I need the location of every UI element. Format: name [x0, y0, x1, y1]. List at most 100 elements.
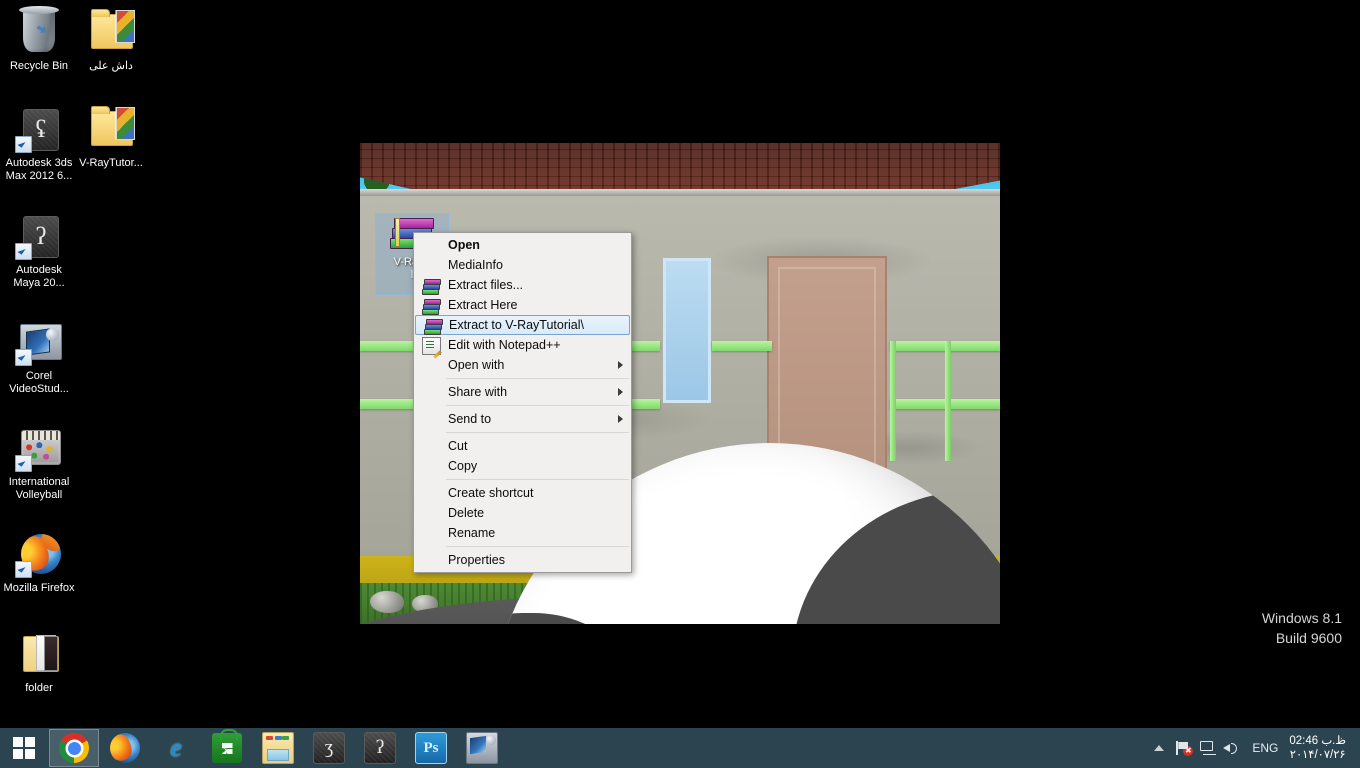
context-menu-item-label: Send to: [448, 412, 492, 426]
windows-store-icon: [212, 729, 242, 763]
context-menu-separator: [416, 405, 629, 406]
context-menu-item-extract-files[interactable]: Extract files...: [414, 275, 631, 295]
volume-icon: [1223, 741, 1239, 755]
volume-button[interactable]: [1219, 728, 1243, 768]
desktop-icon-label: Mozilla Firefox: [3, 582, 75, 594]
network-button[interactable]: [1195, 728, 1219, 768]
chrome-icon: [59, 733, 89, 763]
context-menu-item-label: Extract to V-RayTutorial\: [449, 318, 584, 332]
context-menu-item-open-with[interactable]: Open with: [414, 355, 631, 375]
corel-videostudio-icon: [15, 318, 63, 366]
show-hidden-icons-button[interactable]: [1147, 728, 1171, 768]
clock-date: ۲۰۱۴/۰۷/۲۶: [1289, 749, 1346, 761]
context-menu-item-properties[interactable]: Properties: [414, 550, 631, 570]
context-menu-item-label: Create shortcut: [448, 486, 534, 500]
desktop-icon-label: Recycle Bin: [9, 60, 69, 72]
context-menu-separator: [416, 546, 629, 547]
taskbar-button-autodesk-maya[interactable]: ʔ: [355, 729, 405, 767]
autodesk-maya-icon: ʔ: [364, 732, 396, 764]
context-menu-item-extract-to-folder[interactable]: Extract to V-RayTutorial\: [415, 315, 630, 335]
context-menu-item-open[interactable]: Open: [414, 235, 631, 255]
desktop-background[interactable]: Recycle Bin داش على ʢ Autodesk 3ds Max 2…: [0, 0, 1360, 728]
context-menu-item-extract-here[interactable]: Extract Here: [414, 295, 631, 315]
action-center-button[interactable]: ✖: [1171, 728, 1195, 768]
context-menu-item-delete[interactable]: Delete: [414, 503, 631, 523]
language-indicator[interactable]: ENG: [1243, 741, 1287, 755]
autodesk-3ds-max-icon: ʒ: [313, 732, 345, 764]
context-menu-item-label: Extract files...: [448, 278, 524, 292]
clock[interactable]: 02:46 ظ.ب ۲۰۱۴/۰۷/۲۶: [1287, 734, 1356, 762]
context-menu-separator: [416, 378, 629, 379]
notepad-plus-plus-icon: [422, 337, 441, 355]
taskbar-button-firefox[interactable]: [100, 729, 150, 767]
watermark-os-name: Windows 8.1: [1261, 610, 1342, 626]
desktop-icon-recycle-bin[interactable]: Recycle Bin: [2, 6, 76, 73]
shortcut-arrow-icon: [15, 243, 32, 260]
context-menu-item-cut[interactable]: Cut: [414, 436, 631, 456]
context-menu-item-label: Properties: [448, 553, 505, 567]
taskbar-button-autodesk-3ds-max[interactable]: ʒ: [304, 729, 354, 767]
action-center-flag-icon: ✖: [1176, 741, 1194, 756]
desktop-icon-label: Autodesk 3ds Max 2012 6...: [5, 157, 73, 182]
scene-railing: [890, 341, 896, 461]
context-menu-item-label: Delete: [448, 506, 485, 520]
chevron-right-icon: [618, 415, 623, 423]
firefox-icon: [15, 530, 63, 578]
context-menu-item-label: Rename: [448, 526, 496, 540]
taskbar-button-photoshop[interactable]: Ps: [406, 729, 456, 767]
context-menu-item-label: Copy: [448, 459, 478, 473]
context-menu-item-rename[interactable]: Rename: [414, 523, 631, 543]
winrar-icon: [424, 317, 443, 335]
taskbar: e ʒ ʔ Ps ✖ ENG 02:46 ظ.ب ۲۰۱۴/۰۷/۲۶: [0, 728, 1360, 768]
context-menu-item-send-to[interactable]: Send to: [414, 409, 631, 429]
scene-window: [663, 258, 711, 403]
shortcut-arrow-icon: [15, 561, 32, 578]
scene-railing: [712, 341, 772, 351]
autodesk-maya-icon: ʔ: [15, 212, 63, 260]
network-icon: [1199, 741, 1217, 755]
desktop-icon-autodesk-3ds-max[interactable]: ʢ Autodesk 3ds Max 2012 6...: [2, 105, 76, 183]
chevron-right-icon: [618, 361, 623, 369]
scene-rock: [370, 591, 404, 613]
context-menu-item-mediainfo[interactable]: MediaInfo: [414, 255, 631, 275]
desktop-icon-folder-persian[interactable]: داش على: [74, 8, 148, 73]
desktop-icon-mozilla-firefox[interactable]: Mozilla Firefox: [2, 530, 76, 595]
context-menu-item-edit-with-notepadpp[interactable]: Edit with Notepad++: [414, 335, 631, 355]
shortcut-arrow-icon: [15, 349, 32, 366]
taskbar-button-file-explorer[interactable]: [253, 729, 303, 767]
shortcut-arrow-icon: [15, 455, 32, 472]
corel-videostudio-icon: [466, 732, 498, 764]
desktop-icon-folder[interactable]: folder: [2, 630, 76, 695]
winrar-icon: [422, 297, 441, 315]
desktop-icon-autodesk-maya[interactable]: ʔ Autodesk Maya 20...: [2, 212, 76, 290]
context-menu-item-label: Open with: [448, 358, 505, 372]
taskbar-button-internet-explorer[interactable]: e: [151, 729, 201, 767]
shortcut-arrow-icon: [15, 136, 32, 153]
start-button[interactable]: [0, 728, 48, 768]
desktop-icon-vray-tutorial-folder[interactable]: V-RayTutor...: [74, 105, 148, 170]
context-menu-item-label: MediaInfo: [448, 258, 503, 272]
taskbar-button-corel-videostudio[interactable]: [457, 729, 507, 767]
desktop-icon-international-volleyball[interactable]: International Volleyball: [2, 424, 76, 502]
folder-icon: [87, 8, 135, 56]
context-menu-item-copy[interactable]: Copy: [414, 456, 631, 476]
open-folder-icon: [15, 630, 63, 678]
context-menu-item-create-shortcut[interactable]: Create shortcut: [414, 483, 631, 503]
desktop-icon-label: International Volleyball: [8, 476, 70, 501]
scene-railing: [945, 341, 951, 461]
scene-eave: [360, 189, 1000, 196]
taskbar-button-chrome[interactable]: [49, 729, 99, 767]
desktop-icon-corel-videostudio[interactable]: Corel VideoStud...: [2, 318, 76, 396]
windows-logo-icon: [13, 737, 35, 759]
winrar-icon: [422, 277, 441, 295]
desktop-icon-label: folder: [25, 682, 53, 694]
system-tray: ✖ ENG 02:46 ظ.ب ۲۰۱۴/۰۷/۲۶: [1147, 728, 1360, 768]
context-menu-item-label: Share with: [448, 385, 508, 399]
context-menu-separator: [416, 479, 629, 480]
context-menu-item-label: Cut: [448, 439, 468, 453]
context-menu-item-share-with[interactable]: Share with: [414, 382, 631, 402]
taskbar-button-windows-store[interactable]: [202, 729, 252, 767]
scene-roof: [360, 143, 1000, 195]
desktop-icon-label: Corel VideoStud...: [9, 370, 69, 395]
context-menu[interactable]: Open MediaInfo Extract files... Extract …: [413, 232, 632, 573]
